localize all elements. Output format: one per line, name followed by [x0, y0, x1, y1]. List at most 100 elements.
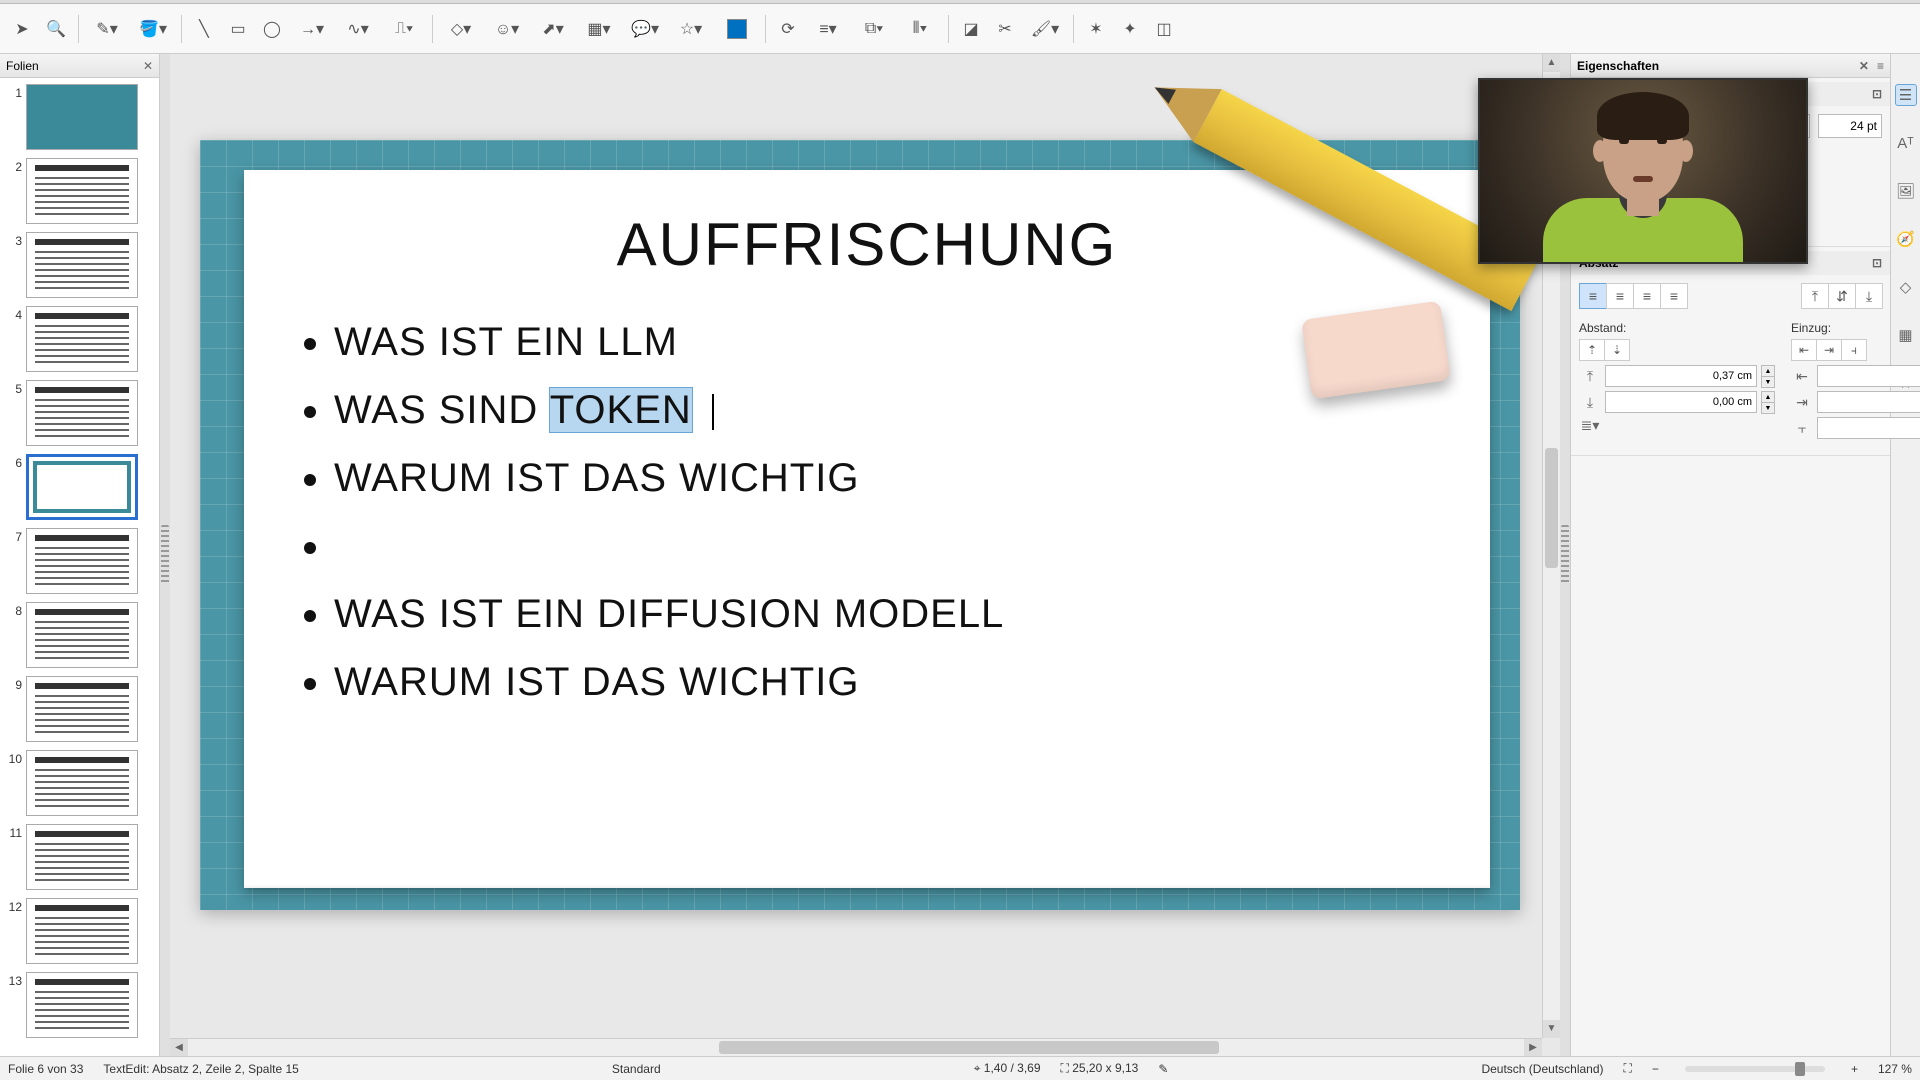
arrange-tool[interactable]: ⧉▾ — [852, 13, 896, 45]
scroll-left-icon[interactable]: ◀ — [170, 1039, 188, 1056]
space-above-input[interactable] — [1605, 365, 1757, 387]
distribute-tool[interactable]: ⫴▾ — [898, 13, 942, 45]
status-signature-icon[interactable]: ✎ — [1158, 1062, 1168, 1076]
valign-top-button[interactable]: ⤒ — [1801, 283, 1829, 309]
rotate-tool[interactable]: ⟳ — [772, 13, 804, 45]
bullet-item[interactable]: WAS IST EIN DIFFUSION MODELL — [334, 592, 1434, 640]
slide-thumbnail[interactable] — [26, 454, 138, 520]
curve-tool[interactable]: ∿▾ — [336, 13, 380, 45]
scrollbar-thumb[interactable] — [719, 1041, 1219, 1054]
font-size-select[interactable] — [1818, 114, 1882, 138]
points-tool[interactable]: ✶ — [1080, 13, 1112, 45]
scroll-up-icon[interactable]: ▲ — [1543, 54, 1560, 72]
valign-bottom-button[interactable]: ⤓ — [1855, 283, 1883, 309]
bullet-item[interactable] — [334, 524, 1434, 572]
stars-tool[interactable]: ☆▾ — [669, 13, 713, 45]
shapes-tab-icon[interactable]: ◇ — [1895, 276, 1917, 298]
status-language[interactable]: Deutsch (Deutschland) — [1481, 1062, 1603, 1076]
gallery-tab-icon[interactable]: 🖼 — [1895, 180, 1917, 202]
slide-thumbnail[interactable] — [26, 972, 138, 1038]
spacing-dec-icon[interactable]: ⇣ — [1604, 339, 1630, 361]
scroll-down-icon[interactable]: ▼ — [1543, 1020, 1560, 1038]
indent-before-input[interactable] — [1817, 365, 1920, 387]
indent-after-input[interactable] — [1817, 391, 1920, 413]
zoom-out-button[interactable]: − — [1652, 1062, 1659, 1076]
crop-tool[interactable]: ✂ — [989, 13, 1021, 45]
extrusion-tool[interactable]: ◫ — [1148, 13, 1180, 45]
block-arrows-tool[interactable]: ⬈▾ — [531, 13, 575, 45]
indent-first-input[interactable] — [1817, 417, 1920, 439]
zoom-tool[interactable]: 🔍 — [40, 13, 72, 45]
flowchart-tool[interactable]: ▦▾ — [577, 13, 621, 45]
slide-thumbnail[interactable] — [26, 676, 138, 742]
fit-page-icon[interactable]: ⛶ — [1624, 1061, 1632, 1076]
zoom-in-button[interactable]: + — [1851, 1062, 1858, 1076]
properties-tab-icon[interactable]: ☰ — [1895, 84, 1917, 106]
ellipse-tool[interactable]: ◯ — [256, 13, 288, 45]
slide-thumbnail[interactable] — [26, 84, 138, 150]
status-zoom[interactable]: 127 % — [1878, 1062, 1912, 1076]
menu-icon[interactable]: ≡ — [1877, 59, 1884, 73]
horizontal-scrollbar[interactable]: ◀ ▶ — [170, 1038, 1542, 1056]
scroll-right-icon[interactable]: ▶ — [1524, 1039, 1542, 1056]
expand-icon[interactable]: ⊡ — [1872, 87, 1882, 101]
scrollbar-thumb[interactable] — [1545, 448, 1558, 568]
status-bar: Folie 6 von 33 TextEdit: Absatz 2, Zeile… — [0, 1056, 1920, 1080]
styles-tab-icon[interactable]: Aᵀ — [1895, 132, 1917, 154]
align-justify-button[interactable]: ≡ — [1660, 283, 1688, 309]
arrow-tool[interactable]: →▾ — [290, 13, 334, 45]
space-below-input[interactable] — [1605, 391, 1757, 413]
align-center-button[interactable]: ≡ — [1606, 283, 1634, 309]
glue-points-tool[interactable]: ✦ — [1114, 13, 1146, 45]
line-color-tool[interactable]: ✎▾ — [85, 13, 129, 45]
rectangle-tool[interactable]: ▭ — [222, 13, 254, 45]
line-spacing-icon[interactable]: ≣▾ — [1579, 417, 1601, 434]
basic-shapes-tool[interactable]: ◇▾ — [439, 13, 483, 45]
shadow-tool[interactable]: ◪ — [955, 13, 987, 45]
callout-tool[interactable]: 💬▾ — [623, 13, 667, 45]
slide-title[interactable]: AUFFRISCHUNG — [244, 210, 1490, 279]
expand-icon[interactable]: ⊡ — [1872, 256, 1882, 270]
3d-objects-tool[interactable] — [715, 13, 759, 45]
valign-middle-button[interactable]: ⇵ — [1828, 283, 1856, 309]
align-right-button[interactable]: ≡ — [1633, 283, 1661, 309]
bullet-item[interactable]: WARUM IST DAS WICHTIG — [334, 660, 1434, 708]
filter-tool[interactable]: 🖌▾ — [1023, 13, 1067, 45]
align-left-button[interactable]: ≡ — [1579, 283, 1607, 309]
indent-after-icon: ⇥ — [1791, 394, 1813, 411]
slide-background[interactable]: AUFFRISCHUNG WAS IST EIN LLM WAS SIND TO… — [200, 140, 1520, 910]
slide-thumbnail[interactable] — [26, 898, 138, 964]
slide-thumbnail[interactable] — [26, 528, 138, 594]
slide-bullet-list[interactable]: WAS IST EIN LLM WAS SIND TOKEN WARUM IST… — [300, 320, 1434, 728]
close-icon[interactable]: ✕ — [1859, 59, 1869, 73]
slide-thumbnail[interactable] — [26, 158, 138, 224]
zoom-slider[interactable] — [1685, 1066, 1825, 1072]
navigator-tab-icon[interactable]: 🧭 — [1895, 228, 1917, 250]
slide-thumbnail[interactable] — [26, 380, 138, 446]
slide-thumbnail[interactable] — [26, 306, 138, 372]
slide-thumbnail[interactable] — [26, 602, 138, 668]
pointer-tool[interactable]: ➤ — [6, 13, 38, 45]
panel-splitter[interactable] — [160, 54, 170, 1056]
align-tool[interactable]: ≡▾ — [806, 13, 850, 45]
bullet-item[interactable]: WAS IST EIN LLM — [334, 320, 1434, 368]
spin-down[interactable]: ▼ — [1761, 376, 1775, 388]
symbol-shapes-tool[interactable]: ☺▾ — [485, 13, 529, 45]
indent-dec-icon[interactable]: ⇤ — [1791, 339, 1817, 361]
spin-down[interactable]: ▼ — [1761, 402, 1775, 414]
indent-hanging-icon[interactable]: ⫞ — [1841, 339, 1867, 361]
slide-thumbnail[interactable] — [26, 232, 138, 298]
thumb-number: 11 — [4, 824, 22, 840]
slide-thumbnails[interactable]: 1 2 3 4 5 6 7 8 9 10 11 12 13 — [0, 78, 159, 1056]
thumb-number: 13 — [4, 972, 22, 988]
spacing-inc-icon[interactable]: ⇡ — [1579, 339, 1605, 361]
bullet-item[interactable]: WAS SIND TOKEN — [334, 388, 1434, 436]
connector-tool[interactable]: ⎍▾ — [382, 13, 426, 45]
line-tool[interactable]: ╲ — [188, 13, 220, 45]
close-icon[interactable]: ✕ — [143, 59, 153, 73]
slide-thumbnail[interactable] — [26, 824, 138, 890]
slide-thumbnail[interactable] — [26, 750, 138, 816]
fill-color-tool[interactable]: 🪣▾ — [131, 13, 175, 45]
bullet-item[interactable]: WARUM IST DAS WICHTIG — [334, 456, 1434, 504]
indent-inc-icon[interactable]: ⇥ — [1816, 339, 1842, 361]
